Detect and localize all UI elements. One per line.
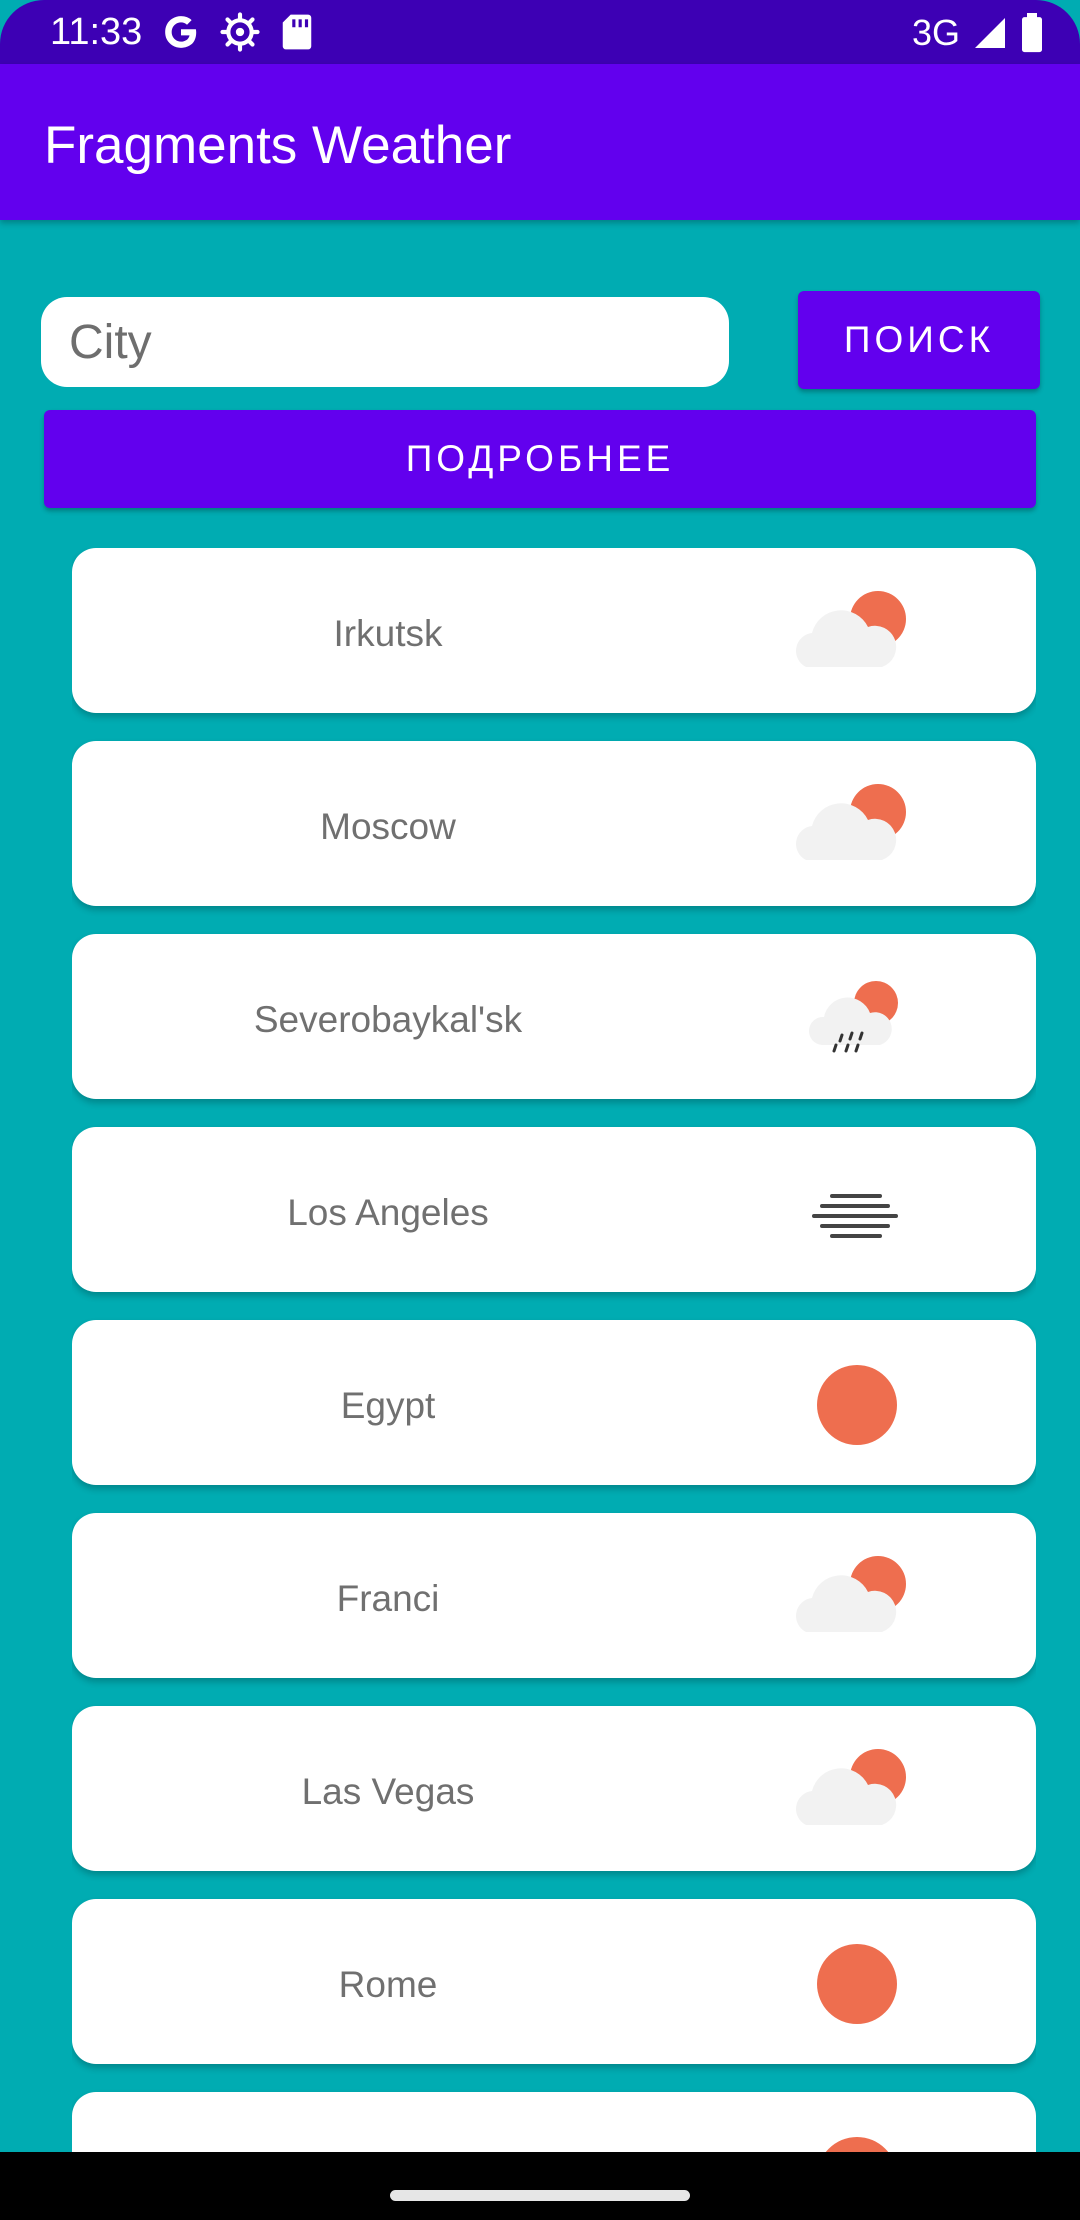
city-name: Irkutsk bbox=[333, 613, 443, 654]
sun-icon bbox=[792, 2127, 922, 2153]
sun-icon bbox=[792, 1934, 922, 2034]
google-icon bbox=[165, 16, 197, 48]
city-name: Franci bbox=[336, 1578, 440, 1619]
system-status-icons: 3G bbox=[912, 10, 1044, 56]
sd-card-icon bbox=[282, 14, 312, 50]
battery-icon bbox=[1022, 13, 1042, 53]
fog-icon bbox=[792, 1162, 922, 1262]
status-time: 11:33 bbox=[50, 11, 143, 53]
partly-cloudy-icon bbox=[792, 583, 922, 683]
notification-icons bbox=[162, 12, 314, 52]
partly-cloudy-icon bbox=[792, 776, 922, 876]
navigation-bar bbox=[0, 2152, 1080, 2220]
city-card[interactable]: Franci bbox=[72, 1513, 1036, 1678]
city-card[interactable]: Egypt bbox=[72, 1320, 1036, 1485]
city-name: Rome bbox=[338, 1964, 438, 2005]
city-search-input[interactable] bbox=[41, 297, 729, 387]
city-name: Moscow bbox=[320, 806, 456, 847]
city-card[interactable]: Severobaykal'sk bbox=[72, 934, 1036, 1099]
signal-icon bbox=[975, 18, 1005, 48]
city-list[interactable]: Irkutsk Moscow Severobaykal'sk Los Angeles E… bbox=[72, 548, 1036, 2153]
search-button[interactable]: ПОИСК bbox=[798, 291, 1040, 389]
status-bar: 11:33 3G bbox=[0, 0, 1080, 64]
sun-icon bbox=[792, 1355, 922, 1455]
city-name: Las Vegas bbox=[301, 1771, 475, 1812]
city-name bbox=[72, 2092, 704, 2153]
city-name: Los Angeles bbox=[287, 1192, 489, 1233]
partly-cloudy-icon bbox=[792, 1741, 922, 1841]
rain-icon bbox=[792, 969, 922, 1069]
city-card[interactable]: Moscow bbox=[72, 741, 1036, 906]
settings-gear-icon bbox=[220, 12, 260, 52]
app-bar: Fragments Weather bbox=[0, 64, 1080, 220]
details-button[interactable]: ПОДРОБНЕЕ bbox=[44, 410, 1036, 508]
city-card[interactable] bbox=[72, 2092, 1036, 2153]
city-card[interactable]: Los Angeles bbox=[72, 1127, 1036, 1292]
city-card[interactable]: Irkutsk bbox=[72, 548, 1036, 713]
network-type: 3G bbox=[911, 12, 960, 53]
home-gesture-handle[interactable] bbox=[390, 2190, 690, 2201]
city-name: Severobaykal'sk bbox=[253, 999, 523, 1040]
city-card[interactable]: Las Vegas bbox=[72, 1706, 1036, 1871]
screen: 11:33 3G Fragments Weather City ПОИСК ПО… bbox=[0, 0, 1080, 2220]
partly-cloudy-icon bbox=[792, 1548, 922, 1648]
app-title: Fragments Weather bbox=[44, 116, 512, 175]
city-name: Egypt bbox=[340, 1385, 436, 1426]
city-card[interactable]: Rome bbox=[72, 1899, 1036, 2064]
